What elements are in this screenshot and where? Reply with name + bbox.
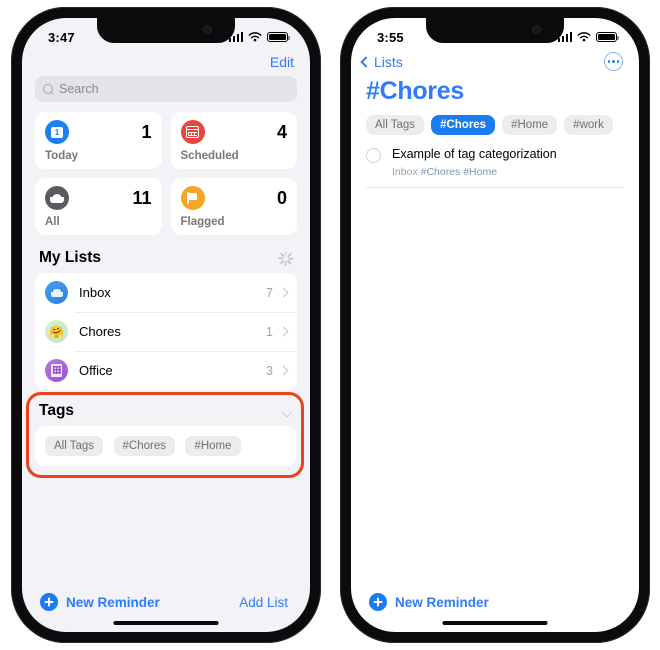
list-item-label: Chores	[79, 324, 121, 339]
home-indicator	[113, 621, 219, 625]
status-icons	[557, 31, 619, 43]
smart-list-count: 4	[276, 122, 287, 142]
list-item-chores[interactable]: 🤗 Chores 1	[35, 312, 297, 351]
tag-filter-bar: All Tags #Chores #Home #work	[351, 115, 639, 147]
tags-header: Tags	[35, 400, 297, 426]
smart-list-label: All	[45, 216, 60, 228]
left-phone-frame: 3:47 Edit Search 1 1 Today 4 Scheduled 1…	[11, 7, 321, 643]
left-phone-screen: 3:47 Edit Search 1 1 Today 4 Scheduled 1…	[22, 18, 310, 632]
smart-list-label: Flagged	[180, 216, 225, 228]
back-to-lists-button[interactable]: Lists	[360, 53, 403, 70]
search-icon	[43, 83, 54, 95]
edit-button[interactable]: Edit	[270, 54, 294, 70]
smart-list-flagged[interactable]: 0 Flagged	[170, 178, 297, 235]
battery-icon	[596, 31, 619, 43]
smart-list-all[interactable]: 11 All	[35, 178, 162, 235]
right-status-bar: 3:55	[351, 18, 639, 50]
list-item-inbox[interactable]: Inbox 7	[35, 273, 297, 312]
plus-circle-icon	[40, 593, 58, 611]
building-icon	[45, 359, 68, 382]
loading-spinner-icon[interactable]	[277, 250, 293, 266]
left-content: Edit Search 1 Today	[22, 50, 310, 580]
edit-row: Edit	[22, 50, 310, 76]
chores-emoji-icon: 🤗	[45, 320, 68, 343]
list-item-count: 3	[266, 363, 273, 378]
list-item-label: Inbox	[79, 285, 111, 300]
right-phone-frame: 3:55 Lists #Chores All Tags #Chores #Hom…	[340, 7, 650, 643]
wifi-icon	[248, 31, 262, 41]
tags-title: Tags	[39, 402, 75, 419]
new-reminder-label: New Reminder	[66, 594, 160, 610]
reminder-list: Example of tag categorization Inbox #Cho…	[351, 147, 639, 188]
reminder-subtitle: Inbox #Chores #Home	[392, 166, 557, 178]
reminder-item[interactable]: Example of tag categorization Inbox #Cho…	[366, 147, 624, 188]
list-item-count: 1	[266, 324, 273, 339]
cellular-bars-icon	[228, 32, 243, 42]
right-phone-screen: 3:55 Lists #Chores All Tags #Chores #Hom…	[351, 18, 639, 632]
status-icons	[228, 31, 290, 43]
tag-filter-all-tags[interactable]: All Tags	[366, 115, 425, 135]
status-time: 3:55	[377, 29, 404, 45]
smart-list-count: 0	[276, 188, 287, 208]
smart-list-today[interactable]: 1 Today	[35, 112, 162, 169]
left-status-bar: 3:47	[22, 18, 310, 50]
chevron-right-icon	[278, 287, 289, 298]
more-circle-icon[interactable]	[604, 52, 623, 71]
cellular-bars-icon	[557, 32, 572, 42]
smart-list-label: Today	[45, 150, 79, 162]
flag-icon	[180, 186, 205, 210]
smart-list-scheduled[interactable]: 4 Scheduled	[170, 112, 297, 169]
calendar-scheduled-icon	[180, 120, 205, 144]
smart-lists-grid: 1 Today 4 Scheduled	[35, 112, 297, 235]
right-content: Lists #Chores All Tags #Chores #Home #wo…	[351, 50, 639, 580]
my-lists-title: My Lists	[39, 249, 102, 266]
tag-filter-chores[interactable]: #Chores	[431, 115, 496, 135]
tray-all-icon	[45, 186, 69, 210]
tag-pill-home[interactable]: #Home	[185, 436, 241, 456]
smart-list-count: 1	[141, 122, 152, 142]
screenshot-stage: 3:47 Edit Search 1 1 Today 4 Scheduled 1…	[0, 0, 660, 650]
tag-pill-chores[interactable]: #Chores	[113, 436, 175, 456]
calendar-today-icon	[45, 120, 69, 144]
wifi-icon	[577, 31, 591, 41]
reminder-tags: #Chores #Home	[420, 165, 498, 178]
page-title: #Chores	[366, 77, 464, 105]
smart-list-label: Scheduled	[180, 150, 239, 162]
chevron-down-icon[interactable]	[282, 406, 293, 417]
new-reminder-button[interactable]: New Reminder	[369, 593, 489, 611]
tag-filter-work[interactable]: #work	[564, 115, 613, 135]
my-lists-card: Inbox 7 🤗 Chores 1 Office 3	[35, 273, 297, 390]
new-reminder-label: New Reminder	[395, 594, 489, 610]
chevron-right-icon	[278, 365, 289, 376]
battery-icon	[267, 31, 290, 43]
search-placeholder: Search	[59, 82, 99, 96]
reminder-title: Example of tag categorization	[392, 147, 557, 161]
chevron-left-icon	[360, 55, 372, 68]
list-item-office[interactable]: Office 3	[35, 351, 297, 390]
add-list-button[interactable]: Add List	[239, 595, 288, 610]
tags-card: All Tags #Chores #Home	[35, 426, 297, 466]
navigation-bar: Lists	[351, 50, 639, 73]
chevron-right-icon	[278, 326, 289, 337]
left-padded-area: Search 1 Today	[22, 76, 310, 478]
my-lists-header: My Lists	[35, 247, 297, 273]
search-input[interactable]: Search	[35, 76, 297, 102]
list-item-count: 7	[266, 285, 273, 300]
plus-circle-icon	[369, 593, 387, 611]
status-time: 3:47	[48, 29, 75, 45]
inbox-icon	[45, 281, 68, 304]
tag-pill-all-tags[interactable]: All Tags	[45, 436, 104, 456]
reminder-list-name: Inbox	[392, 165, 418, 178]
tag-filter-home[interactable]: #Home	[502, 115, 558, 135]
back-label: Lists	[374, 53, 403, 70]
radio-circle-icon[interactable]	[366, 148, 381, 163]
list-item-label: Office	[79, 363, 113, 378]
smart-list-count: 11	[132, 188, 152, 208]
home-indicator	[442, 621, 548, 625]
new-reminder-button[interactable]: New Reminder	[40, 593, 160, 611]
tags-section: Tags All Tags #Chores #Home	[26, 392, 304, 478]
